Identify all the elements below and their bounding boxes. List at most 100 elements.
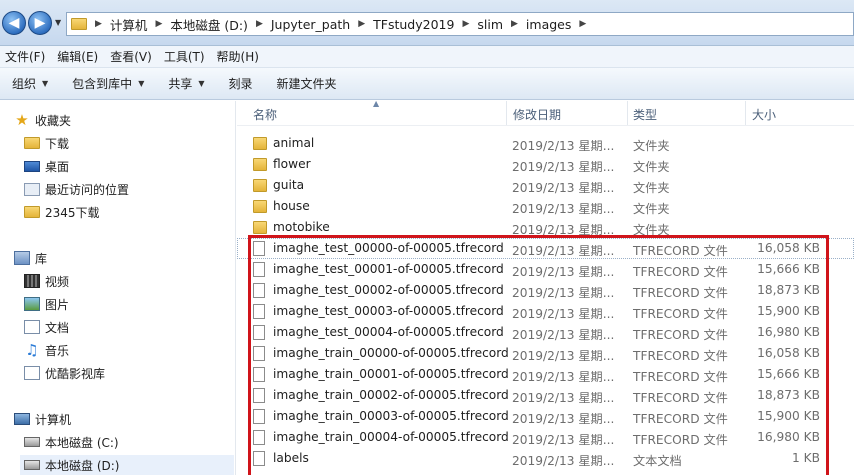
file-date: 2019/2/13 星期... — [512, 139, 615, 153]
folder-icon — [253, 158, 267, 171]
column-modified[interactable]: 修改日期 — [513, 106, 561, 123]
column-divider[interactable] — [745, 101, 746, 125]
breadcrumb-item[interactable]: TFstudy2019 — [373, 17, 454, 32]
include-library-button[interactable]: 包含到库中 ▼ — [60, 75, 156, 92]
file-name: imaghe_train_00004-of-00005.tfrecord — [273, 430, 509, 444]
nav-computer[interactable]: 计算机 — [14, 409, 71, 429]
nav-downloads[interactable]: 下载 — [24, 133, 69, 153]
address-bar[interactable]: ▶ 计算机 ▶ 本地磁盘 (D:) ▶ Jupyter_path ▶ TFstu… — [66, 12, 854, 36]
column-divider[interactable] — [506, 101, 507, 125]
video-icon — [24, 274, 40, 288]
column-name[interactable]: 名称 — [253, 106, 277, 123]
nav-drive-c[interactable]: 本地磁盘 (C:) — [24, 432, 119, 452]
file-type: TFRECORD 文件 — [633, 349, 728, 363]
file-date: 2019/2/13 星期... — [512, 202, 615, 216]
file-name: guita — [273, 178, 305, 192]
file-icon — [253, 451, 265, 466]
folder-row[interactable]: guita 2019/2/13 星期... 文件夹 — [237, 175, 854, 196]
download-folder-icon — [24, 137, 40, 149]
menu-file[interactable]: 文件(F) — [0, 48, 52, 65]
column-header: ▲ 名称 修改日期 类型 大小 — [237, 99, 854, 126]
chevron-right-icon[interactable]: ▶ — [256, 19, 263, 29]
breadcrumb-item[interactable]: Jupyter_path — [271, 17, 350, 32]
nav-pictures[interactable]: 图片 — [24, 294, 69, 314]
file-row[interactable]: imaghe_test_00000-of-00005.tfrecord 2019/… — [237, 238, 854, 259]
file-icon — [253, 409, 265, 424]
navigation-pane: ★ 收藏夹 下载 桌面 最近访问的位置 2345下载 库 视频 图片 文档 ♫ … — [0, 101, 236, 475]
youku-library-icon — [24, 366, 40, 380]
nav-music[interactable]: ♫ 音乐 — [24, 340, 69, 360]
organize-button[interactable]: 组织 ▼ — [0, 75, 60, 92]
nav-drive-d[interactable]: 本地磁盘 (D:) — [20, 455, 234, 475]
chevron-right-icon[interactable]: ▶ — [95, 19, 102, 29]
nav-youku-library[interactable]: 优酷影视库 — [24, 363, 105, 383]
folder-row[interactable]: motobike 2019/2/13 星期... 文件夹 — [237, 217, 854, 238]
file-row[interactable]: imaghe_test_00004-of-00005.tfrecord 2019/… — [237, 322, 854, 343]
chevron-right-icon[interactable]: ▶ — [579, 19, 586, 29]
breadcrumb-item[interactable]: 本地磁盘 (D:) — [170, 15, 248, 34]
breadcrumb-item[interactable]: slim — [477, 17, 503, 32]
column-type[interactable]: 类型 — [633, 106, 657, 123]
file-icon — [253, 367, 265, 382]
file-row[interactable]: imaghe_test_00003-of-00005.tfrecord 2019/… — [237, 301, 854, 322]
file-row[interactable]: imaghe_train_00000-of-00005.tfrecord 2019… — [237, 343, 854, 364]
folder-icon — [253, 221, 267, 234]
chevron-right-icon[interactable]: ▶ — [155, 19, 162, 29]
back-button[interactable]: ◀ — [2, 11, 26, 35]
nav-recent-places[interactable]: 最近访问的位置 — [24, 179, 129, 199]
burn-button[interactable]: 刻录 — [217, 75, 265, 92]
folder-row[interactable]: flower 2019/2/13 星期... 文件夹 — [237, 154, 854, 175]
column-divider[interactable] — [627, 101, 628, 125]
breadcrumb-item[interactable]: 计算机 — [110, 15, 148, 34]
file-row[interactable]: imaghe_train_00004-of-00005.tfrecord 2019… — [237, 427, 854, 448]
file-size: 15,900 KB — [757, 304, 820, 318]
recent-pages-dropdown[interactable]: ▼ — [55, 18, 61, 27]
forward-button[interactable]: ▶ — [28, 11, 52, 35]
file-size: 1 KB — [792, 451, 820, 465]
file-name: imaghe_test_00002-of-00005.tfrecord — [273, 283, 504, 297]
nav-2345-downloads[interactable]: 2345下载 — [24, 202, 100, 222]
picture-icon — [24, 297, 40, 311]
share-button[interactable]: 共享 ▼ — [156, 75, 216, 92]
file-name: imaghe_train_00001-of-00005.tfrecord — [273, 367, 509, 381]
breadcrumb-item[interactable]: images — [526, 17, 571, 32]
arrow-left-icon: ◀ — [8, 15, 20, 31]
chevron-right-icon[interactable]: ▶ — [462, 19, 469, 29]
nav-label: 图片 — [45, 297, 70, 312]
file-size: 18,873 KB — [757, 283, 820, 297]
menu-help[interactable]: 帮助(H) — [212, 48, 266, 65]
menu-tools[interactable]: 工具(T) — [159, 48, 212, 65]
file-date: 2019/2/13 星期... — [512, 223, 615, 237]
nav-libraries[interactable]: 库 — [14, 248, 47, 268]
file-type: TFRECORD 文件 — [633, 412, 728, 426]
menu-edit[interactable]: 编辑(E) — [52, 48, 105, 65]
folder-row[interactable]: house 2019/2/13 星期... 文件夹 — [237, 196, 854, 217]
chevron-right-icon[interactable]: ▶ — [511, 19, 518, 29]
nav-favorites[interactable]: ★ 收藏夹 — [14, 110, 71, 130]
folder-row[interactable]: animal 2019/2/13 星期... 文件夹 — [237, 133, 854, 154]
file-row[interactable]: imaghe_test_00002-of-00005.tfrecord 2019/… — [237, 280, 854, 301]
file-row[interactable]: imaghe_train_00003-of-00005.tfrecord 2019… — [237, 406, 854, 427]
chevron-right-icon[interactable]: ▶ — [358, 19, 365, 29]
file-row[interactable]: imaghe_train_00001-of-00005.tfrecord 2019… — [237, 364, 854, 385]
nav-label: 视频 — [45, 274, 70, 289]
nav-videos[interactable]: 视频 — [24, 271, 69, 291]
file-row[interactable]: imaghe_test_00001-of-00005.tfrecord 2019/… — [237, 259, 854, 280]
menu-view[interactable]: 查看(V) — [105, 48, 159, 65]
star-icon: ★ — [15, 111, 29, 129]
file-date: 2019/2/13 星期... — [512, 328, 615, 342]
column-size[interactable]: 大小 — [752, 106, 776, 123]
folder-icon — [71, 18, 87, 30]
nav-label: 库 — [35, 251, 48, 266]
document-icon — [24, 320, 40, 334]
file-row[interactable]: imaghe_train_00002-of-00005.tfrecord 2019… — [237, 385, 854, 406]
file-type: 文件夹 — [633, 202, 670, 216]
nav-desktop[interactable]: 桌面 — [24, 156, 69, 176]
new-folder-button[interactable]: 新建文件夹 — [265, 75, 349, 92]
nav-documents[interactable]: 文档 — [24, 317, 69, 337]
file-name: imaghe_test_00004-of-00005.tfrecord — [273, 325, 504, 339]
computer-icon — [14, 413, 30, 425]
file-row[interactable]: labels 2019/2/13 星期... 文本文档 1 KB — [237, 448, 854, 469]
file-size: 18,873 KB — [757, 388, 820, 402]
music-note-icon: ♫ — [25, 341, 39, 359]
